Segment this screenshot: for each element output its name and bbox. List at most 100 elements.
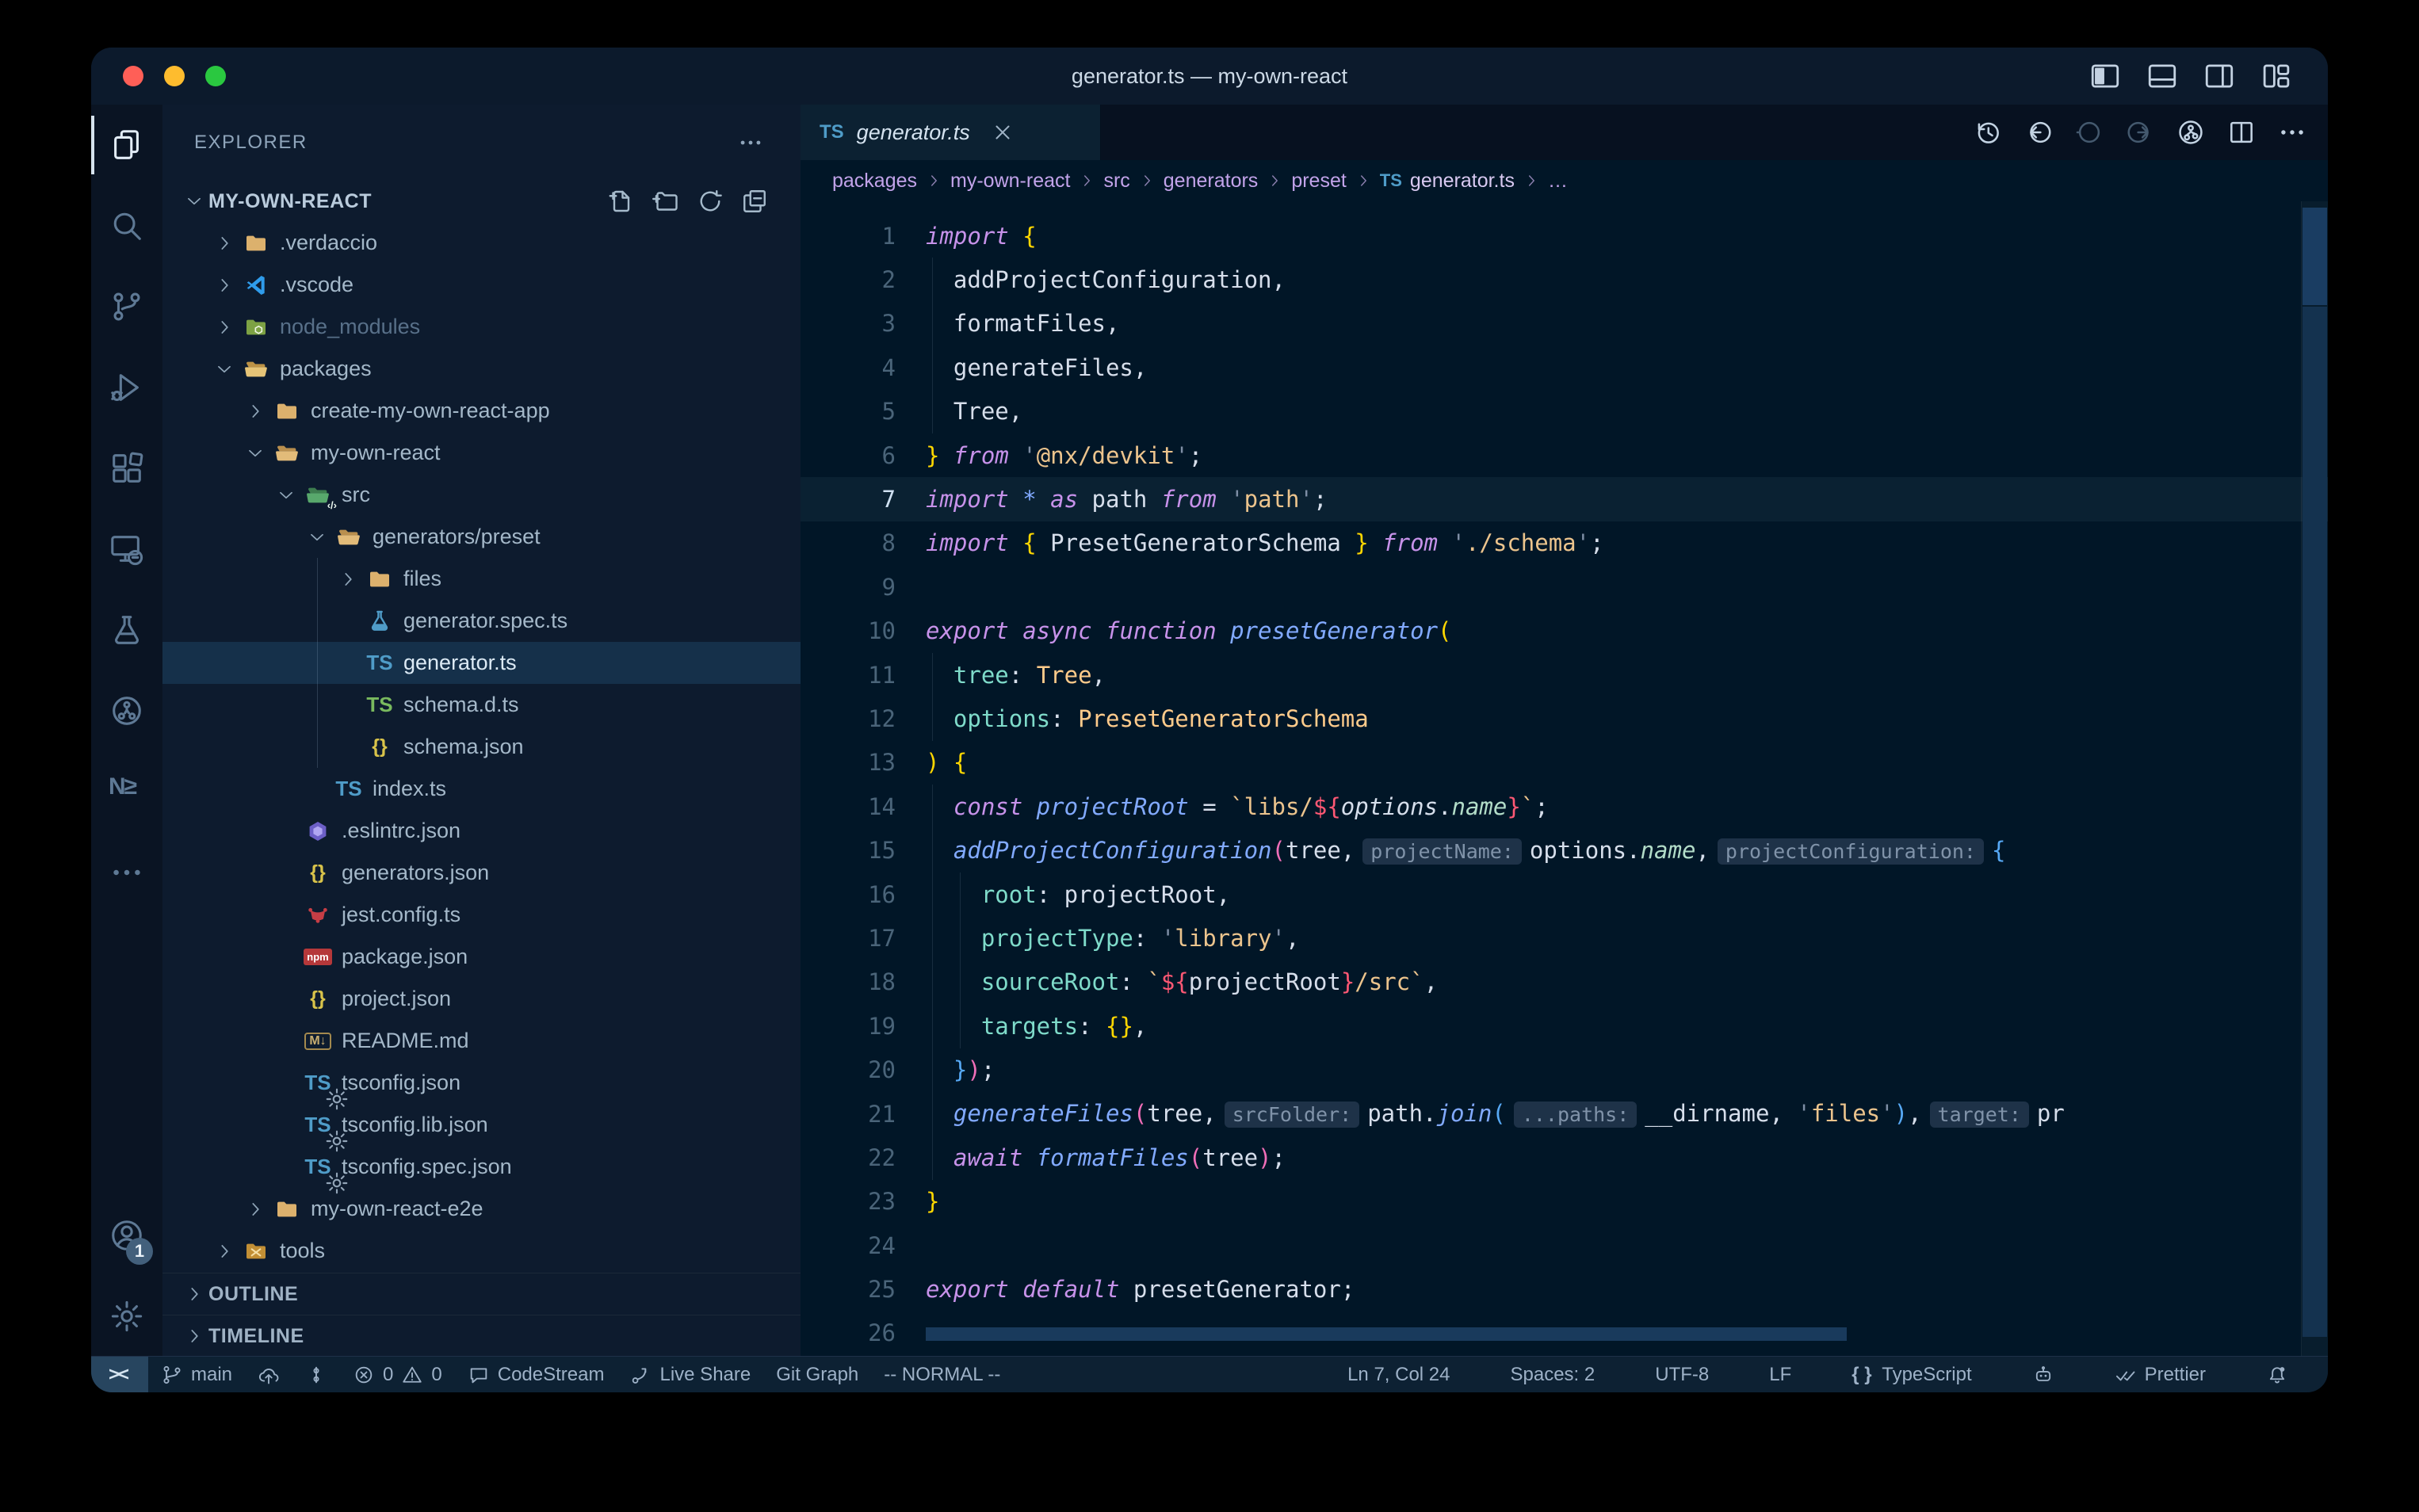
status-codestream[interactable]: CodeStream	[455, 1357, 617, 1392]
status-pipeline[interactable]	[292, 1357, 340, 1392]
code-line-6[interactable]: 6} from '@nx/devkit';	[801, 433, 2328, 477]
tab-generator-ts[interactable]: TS generator.ts	[801, 105, 1101, 160]
breadcrumb-item[interactable]: my-own-react	[950, 170, 1070, 193]
tree-item-generators-json[interactable]: {}generators.json	[162, 852, 801, 894]
tree-item-project-json[interactable]: {}project.json	[162, 978, 801, 1020]
tree-item-tsconfig-json[interactable]: TStsconfig.json	[162, 1062, 801, 1104]
tree-item--vscode[interactable]: .vscode	[162, 264, 801, 306]
code-line-14[interactable]: 14 const projectRoot = `libs/${options.n…	[801, 785, 2328, 828]
tree-item-generator-ts[interactable]: TSgenerator.ts	[162, 642, 801, 684]
tree-item-my-own-react-e2e[interactable]: my-own-react-e2e	[162, 1188, 801, 1230]
panel-left-icon[interactable]	[2088, 59, 2122, 93]
tree-item--eslintrc-json[interactable]: .eslintrc.json	[162, 810, 801, 852]
code-line-8[interactable]: 8import { PresetGeneratorSchema } from '…	[801, 521, 2328, 565]
tree-item-tools[interactable]: tools	[162, 1230, 801, 1272]
activity-search[interactable]	[91, 185, 162, 266]
activity-nx-console[interactable]: N≥	[91, 751, 162, 832]
horizontal-scrollbar[interactable]	[926, 1327, 1847, 1341]
tree-item-generators-preset[interactable]: generators/preset	[162, 516, 801, 558]
tree-item-readme-md[interactable]: M↓README.md	[162, 1020, 801, 1062]
activity-source-control[interactable]	[91, 266, 162, 347]
activity-explorer[interactable]	[91, 105, 162, 185]
more-icon[interactable]	[2277, 117, 2307, 147]
code-area[interactable]: 1import {2 addProjectConfiguration,3 for…	[801, 201, 2328, 1357]
tree-item-index-ts[interactable]: TSindex.ts	[162, 768, 801, 810]
nav-back-icon[interactable]	[2023, 117, 2054, 147]
status-publish-changes[interactable]	[245, 1357, 292, 1392]
tree-item-node-modules[interactable]: node_modules	[162, 306, 801, 348]
code-line-20[interactable]: 20 });	[801, 1048, 2328, 1091]
tree-item-generator-spec-ts[interactable]: generator.spec.ts	[162, 600, 801, 642]
code-line-24[interactable]: 24	[801, 1224, 2328, 1267]
status-encoding[interactable]: UTF-8	[1642, 1357, 1722, 1392]
tree-item-src[interactable]: ‹/›src	[162, 474, 801, 516]
breadcrumb-item[interactable]: generators	[1164, 170, 1259, 193]
nav-forward-icon[interactable]	[2125, 117, 2155, 147]
panel-right-icon[interactable]	[2203, 59, 2236, 93]
status-git-graph[interactable]: Git Graph	[763, 1357, 871, 1392]
status-language-mode[interactable]: { }TypeScript	[1839, 1357, 1984, 1392]
activity-accounts[interactable]: 1	[91, 1195, 162, 1276]
code-line-5[interactable]: 5 Tree,	[801, 390, 2328, 433]
status-eol[interactable]: LF	[1756, 1357, 1804, 1392]
status-copilot[interactable]	[2020, 1357, 2067, 1392]
activity-gitlens[interactable]	[91, 670, 162, 751]
activity-settings[interactable]	[91, 1276, 162, 1357]
breadcrumb-item[interactable]: packages	[832, 170, 917, 193]
code-line-23[interactable]: 23}	[801, 1180, 2328, 1224]
layout-grid-icon[interactable]	[2260, 59, 2293, 93]
tree-item-schema-d-ts[interactable]: TSschema.d.ts	[162, 684, 801, 726]
activity-more-views[interactable]	[91, 832, 162, 913]
code-line-2[interactable]: 2 addProjectConfiguration,	[801, 258, 2328, 301]
code-line-13[interactable]: 13) {	[801, 741, 2328, 785]
tree-item-create-my-own-react-app[interactable]: create-my-own-react-app	[162, 390, 801, 432]
tree-item-files[interactable]: files	[162, 558, 801, 600]
vertical-scrollbar[interactable]	[2301, 201, 2328, 1357]
code-line-4[interactable]: 4 generateFiles,	[801, 346, 2328, 389]
code-line-15[interactable]: 15 addProjectConfiguration(tree,projectN…	[801, 828, 2328, 872]
tree-item-tsconfig-lib-json[interactable]: TStsconfig.lib.json	[162, 1104, 801, 1146]
code-line-12[interactable]: 12 options: PresetGeneratorSchema	[801, 697, 2328, 740]
panel-bottom-icon[interactable]	[2146, 59, 2179, 93]
activity-run-debug[interactable]	[91, 347, 162, 428]
new-file-icon[interactable]	[607, 187, 636, 216]
code-line-9[interactable]: 9	[801, 565, 2328, 609]
split-icon[interactable]	[2226, 117, 2257, 147]
explorer-more-icon[interactable]	[737, 129, 764, 156]
tree-item-tsconfig-spec-json[interactable]: TStsconfig.spec.json	[162, 1146, 801, 1188]
project-section-header[interactable]: MY-OWN-REACT	[162, 181, 801, 222]
tree-item-jest-config-ts[interactable]: jest.config.ts	[162, 894, 801, 936]
activity-extensions[interactable]	[91, 428, 162, 509]
status-prettier[interactable]: Prettier	[2102, 1357, 2218, 1392]
code-line-10[interactable]: 10export async function presetGenerator(	[801, 609, 2328, 653]
code-line-7[interactable]: 7import * as path from 'path';	[801, 477, 2328, 521]
code-line-11[interactable]: 11 tree: Tree,	[801, 653, 2328, 697]
code-line-17[interactable]: 17 projectType: 'library',	[801, 916, 2328, 960]
code-line-18[interactable]: 18 sourceRoot: `${projectRoot}/src`,	[801, 960, 2328, 1004]
code-line-19[interactable]: 19 targets: {},	[801, 1004, 2328, 1048]
code-line-16[interactable]: 16 root: projectRoot,	[801, 872, 2328, 916]
tree-item-packages[interactable]: packages	[162, 348, 801, 390]
status-notifications[interactable]	[2253, 1357, 2301, 1392]
status-live-share[interactable]: Live Share	[617, 1357, 763, 1392]
status-problems[interactable]: 00	[340, 1357, 455, 1392]
outline-section-header[interactable]: OUTLINE	[162, 1273, 801, 1315]
code-line-25[interactable]: 25export default presetGenerator;	[801, 1267, 2328, 1311]
status-git-branch[interactable]: main	[148, 1357, 245, 1392]
activity-testing[interactable]	[91, 590, 162, 670]
breadcrumb-item[interactable]: preset	[1291, 170, 1346, 193]
tree-item--verdaccio[interactable]: .verdaccio	[162, 222, 801, 264]
collapse-all-icon[interactable]	[740, 187, 769, 216]
status-vim-mode[interactable]: -- NORMAL --	[871, 1357, 1013, 1392]
code-line-1[interactable]: 1import {	[801, 214, 2328, 258]
activity-remote-explorer[interactable]	[91, 509, 162, 590]
new-folder-icon[interactable]	[652, 187, 680, 216]
code-line-21[interactable]: 21 generateFiles(tree,srcFolder:path.joi…	[801, 1092, 2328, 1136]
tree-item-my-own-react[interactable]: my-own-react	[162, 432, 801, 474]
timeline-section-header[interactable]: TIMELINE	[162, 1315, 801, 1357]
refresh-icon[interactable]	[696, 187, 724, 216]
breadcrumb-file[interactable]: generator.ts	[1410, 170, 1515, 193]
breadcrumb-item[interactable]: src	[1103, 170, 1129, 193]
nav-circle-icon[interactable]	[2074, 117, 2104, 147]
breadcrumb-ellipsis[interactable]: …	[1548, 170, 1568, 193]
